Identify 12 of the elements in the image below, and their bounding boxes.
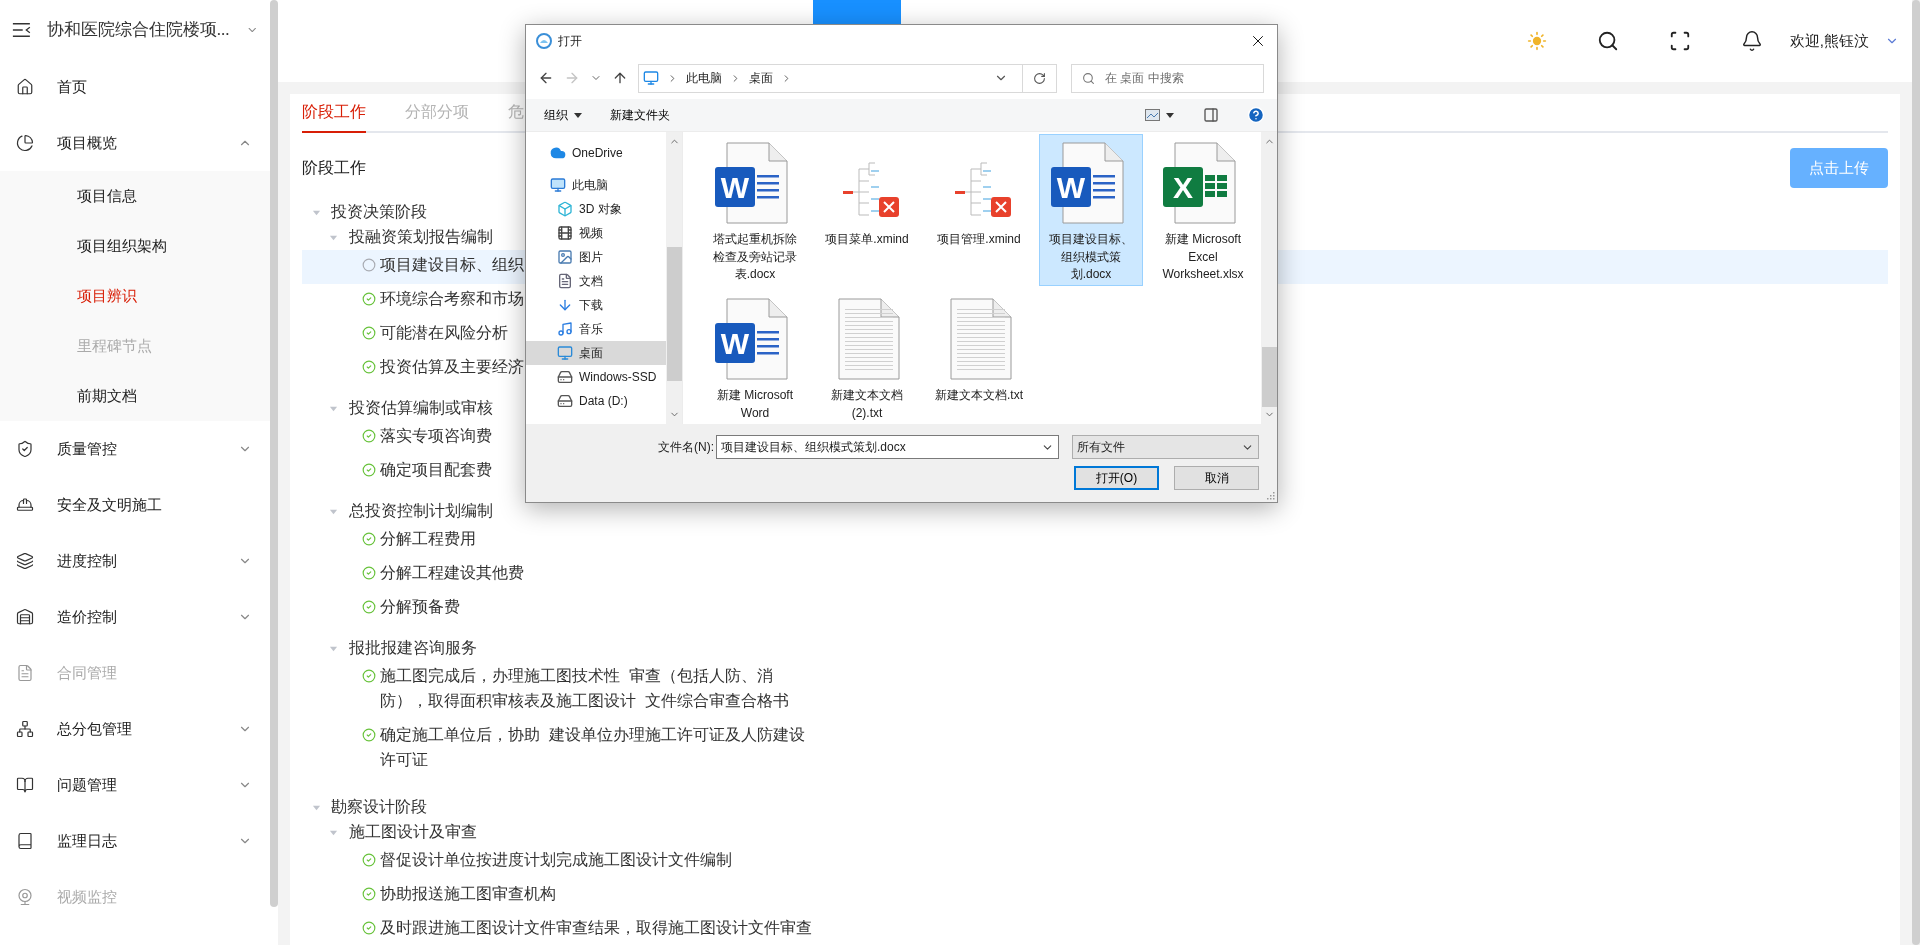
file-name: 项目管理.xmind: [936, 231, 1022, 248]
file-name-label: 文件名(N):: [658, 438, 714, 456]
search-placeholder: 在 桌面 中搜索: [1105, 69, 1184, 87]
window-title: 打开: [558, 32, 583, 50]
file-name: 新建 Microsoft Excel Worksheet.xlsx: [1161, 231, 1245, 283]
file-name: 项目菜单.xmind: [824, 231, 910, 248]
file-name: 项目建设目标、组织模式策划.docx: [1048, 231, 1134, 283]
file-name: 新建 Microsoft Word: [716, 387, 794, 422]
file-name: 新建文本文档 (2).txt: [830, 387, 904, 422]
file-name: 塔式起重机拆除检查及旁站记录表.docx: [712, 231, 798, 283]
file-name: 新建文本文档.txt: [934, 387, 1024, 404]
section-title: 阶段工作: [302, 157, 366, 178]
